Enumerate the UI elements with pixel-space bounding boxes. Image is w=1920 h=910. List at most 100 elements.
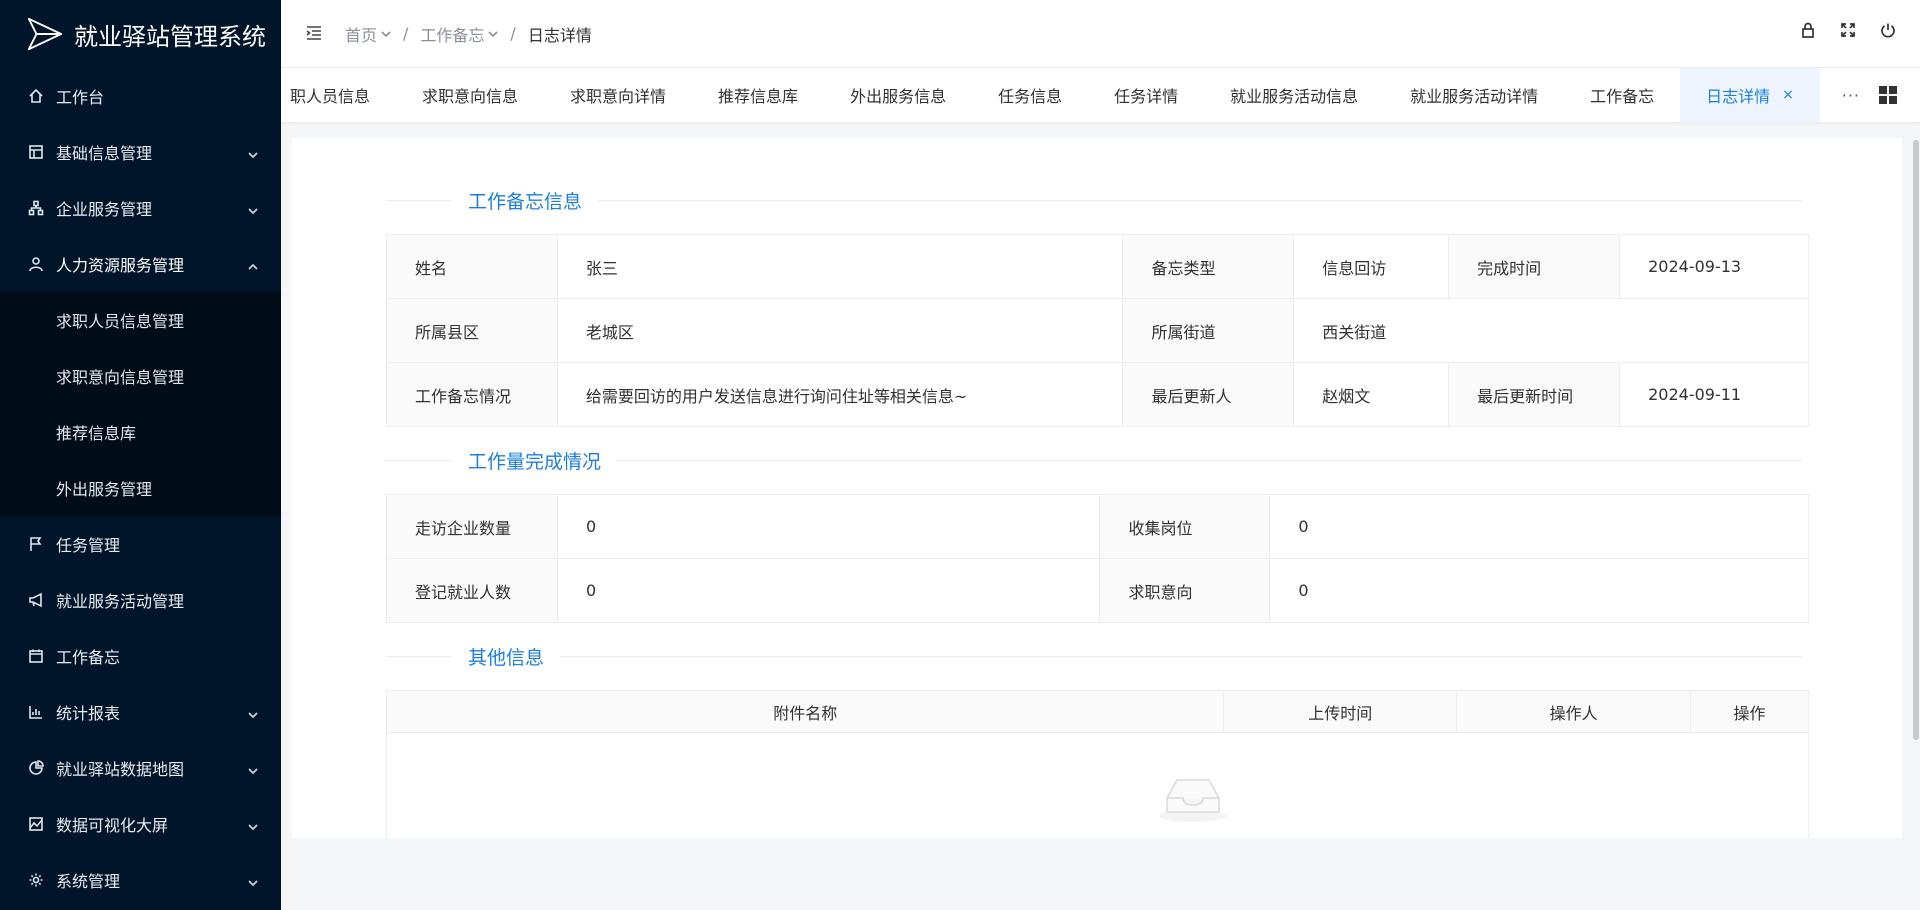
- column-header: 操作: [1690, 690, 1809, 733]
- sidebar-item-dashboard[interactable]: 数据可视化大屏: [0, 796, 281, 852]
- tab-log-detail[interactable]: 日志详情 ×: [1680, 68, 1820, 122]
- tab-task-info[interactable]: 任务信息: [972, 68, 1088, 122]
- sidebar-item-label: 就业驿站数据地图: [56, 760, 185, 779]
- field-value: 2024-09-11: [1619, 362, 1809, 427]
- column-header: 附件名称: [385, 690, 1225, 733]
- sidebar-item-reports[interactable]: 统计报表: [0, 684, 281, 740]
- chevron-down-icon: [488, 30, 498, 37]
- column-header: 上传时间: [1223, 690, 1458, 733]
- sidebar-item-label: 人力资源服务管理: [56, 256, 185, 275]
- sidebar-item-enterprise[interactable]: 企业服务管理: [0, 180, 281, 236]
- sidebar: 就业驿站管理系统 工作台 基础信息管理 企业服务管理 人力资源服务管理 求职人员…: [0, 0, 281, 910]
- tab-activity-info[interactable]: 就业服务活动信息: [1204, 68, 1384, 122]
- table-row: 姓名 张三 备忘类型 信息回访 完成时间 2024-09-13: [386, 234, 1809, 299]
- bar-chart-icon: [28, 704, 44, 720]
- field-value: 0: [556, 494, 1101, 559]
- chevron-down-icon: [247, 762, 259, 775]
- table-row: 所属县区 老城区 所属街道 西关街道: [386, 298, 1809, 363]
- submenu-item-intentions[interactable]: 求职意向信息管理: [0, 348, 281, 404]
- tab-memo[interactable]: 工作备忘: [1564, 68, 1680, 122]
- section-title: 工作备忘信息: [468, 190, 583, 213]
- tab-jobseeker-info[interactable]: 职人员信息: [290, 68, 396, 122]
- brand[interactable]: 就业驿站管理系统: [0, 0, 281, 68]
- field-label: 完成时间: [1448, 234, 1621, 299]
- sidebar-item-label: 工作台: [56, 88, 105, 107]
- sidebar-item-data-map[interactable]: 就业驿站数据地图: [0, 740, 281, 796]
- column-header: 操作人: [1456, 690, 1692, 733]
- chevron-down-icon: [247, 706, 259, 719]
- tabs-bar: 职人员信息 求职意向信息 求职意向详情 推荐信息库 外出服务信息 任务信息 任务…: [281, 68, 1920, 122]
- section-memo-info: 工作备忘信息: [386, 186, 1802, 214]
- header-actions: [1800, 22, 1898, 40]
- close-icon[interactable]: ×: [1782, 87, 1794, 103]
- chevron-down-icon: [381, 30, 391, 37]
- sidebar-item-label: 工作备忘: [56, 648, 121, 667]
- sidebar-item-hr[interactable]: 人力资源服务管理: [0, 236, 281, 292]
- submenu-item-jobseekers[interactable]: 求职人员信息管理: [0, 292, 281, 348]
- section-title: 工作量完成情况: [468, 450, 602, 473]
- attachments-empty-area: [386, 732, 1809, 838]
- sidebar-item-label: 基础信息管理: [56, 144, 153, 163]
- menu-fold-icon[interactable]: [305, 24, 325, 44]
- field-label: 最后更新时间: [1448, 362, 1621, 427]
- section-title: 其他信息: [468, 646, 545, 669]
- chevron-down-icon: [247, 818, 259, 831]
- field-label: 所属县区: [386, 298, 558, 363]
- breadcrumb-home[interactable]: 首页: [345, 22, 391, 46]
- field-value: 0: [1269, 558, 1809, 623]
- submenu-item-outside[interactable]: 外出服务管理: [0, 460, 281, 516]
- layout-icon: [28, 144, 44, 160]
- field-label: 所属街道: [1122, 298, 1295, 363]
- tab-label: 日志详情: [1706, 87, 1771, 106]
- more-tabs-button[interactable]: ···: [1842, 86, 1860, 105]
- scrollbar-thumb[interactable]: [1913, 140, 1919, 740]
- table-header-row: 附件名称 上传时间 操作人 操作: [385, 690, 1809, 733]
- field-value: 0: [556, 558, 1101, 623]
- sidebar-item-basic-info[interactable]: 基础信息管理: [0, 124, 281, 180]
- sidebar-item-memo[interactable]: 工作备忘: [0, 628, 281, 684]
- tab-intention-detail[interactable]: 求职意向详情: [544, 68, 692, 122]
- sidebar-item-label: 统计报表: [56, 704, 121, 723]
- breadcrumb-memo[interactable]: 工作备忘: [420, 22, 498, 46]
- power-icon[interactable]: [1880, 22, 1898, 40]
- tab-intention-info[interactable]: 求职意向信息: [396, 68, 544, 122]
- app-title: 就业驿站管理系统: [74, 22, 266, 51]
- section-other: 其他信息: [386, 642, 1802, 670]
- tab-recommend[interactable]: 推荐信息库: [692, 68, 824, 122]
- tab-activity-detail[interactable]: 就业服务活动详情: [1384, 68, 1564, 122]
- breadcrumb-current: 日志详情: [527, 25, 592, 45]
- tab-outside-service[interactable]: 外出服务信息: [824, 68, 972, 122]
- table-row: 走访企业数量 0 收集岗位 0: [386, 494, 1809, 559]
- chevron-down-icon: [247, 146, 259, 159]
- pie-chart-icon: [28, 760, 44, 776]
- section-workload: 工作量完成情况: [386, 446, 1802, 474]
- sidebar-item-label: 系统管理: [56, 872, 121, 891]
- field-label: 登记就业人数: [386, 558, 558, 623]
- field-value: 2024-09-13: [1619, 234, 1809, 299]
- sidebar-item-tasks[interactable]: 任务管理: [0, 516, 281, 572]
- sidebar-item-workbench[interactable]: 工作台: [0, 68, 281, 124]
- attachments-table: 附件名称 上传时间 操作人 操作: [385, 690, 1809, 733]
- fullscreen-icon[interactable]: [1840, 22, 1858, 40]
- sidebar-item-label: 就业服务活动管理: [56, 592, 185, 611]
- submenu-item-recommend[interactable]: 推荐信息库: [0, 404, 281, 460]
- user-icon: [28, 256, 44, 272]
- hr-submenu: 求职人员信息管理 求职意向信息管理 推荐信息库 外出服务管理: [0, 292, 281, 516]
- scrollbar[interactable]: [1912, 140, 1920, 740]
- tab-task-detail[interactable]: 任务详情: [1088, 68, 1204, 122]
- field-label: 走访企业数量: [386, 494, 558, 559]
- sidebar-item-activities[interactable]: 就业服务活动管理: [0, 572, 281, 628]
- field-value: 西关街道: [1293, 298, 1809, 363]
- detail-card: 工作备忘信息 姓名 张三 备忘类型 信息回访 完成时间 2024-09-13 所…: [292, 138, 1902, 838]
- area-chart-icon: [28, 816, 44, 832]
- memo-info-table: 姓名 张三 备忘类型 信息回访 完成时间 2024-09-13 所属县区 老城区…: [386, 234, 1809, 427]
- chevron-up-icon: [247, 258, 259, 270]
- field-label: 备忘类型: [1122, 234, 1295, 299]
- field-label: 收集岗位: [1099, 494, 1271, 559]
- sidebar-item-label: 任务管理: [56, 536, 121, 555]
- sidebar-item-system[interactable]: 系统管理: [0, 852, 281, 908]
- grid-icon[interactable]: [1879, 86, 1897, 104]
- field-value: 信息回访: [1293, 234, 1450, 299]
- lock-icon[interactable]: [1800, 22, 1818, 40]
- field-value: 赵烟文: [1293, 362, 1450, 427]
